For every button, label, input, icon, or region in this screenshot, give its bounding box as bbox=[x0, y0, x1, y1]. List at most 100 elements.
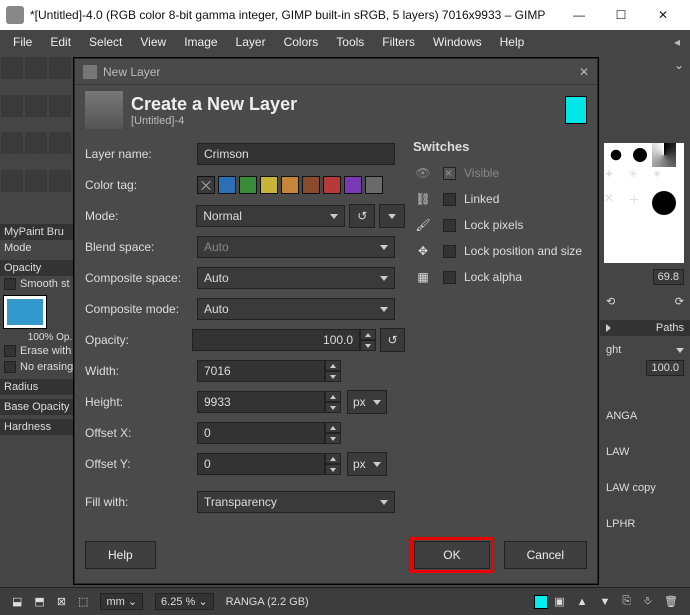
mode-menu-button[interactable] bbox=[379, 204, 405, 228]
opacity-value[interactable]: 100.0 bbox=[646, 360, 684, 376]
sb-icon[interactable]: ⊠ bbox=[51, 595, 72, 608]
tool-button[interactable] bbox=[49, 132, 71, 154]
offset-y-input[interactable]: 0 bbox=[197, 453, 341, 475]
zoom-combo[interactable]: 6.25 % ⌄ bbox=[155, 593, 214, 610]
color-tag[interactable] bbox=[239, 176, 257, 194]
layer-name-input[interactable] bbox=[197, 143, 395, 165]
tool-button[interactable] bbox=[25, 57, 47, 79]
width-input[interactable]: 7016 bbox=[197, 360, 341, 382]
color-swatch[interactable] bbox=[565, 96, 587, 124]
wilber-icon bbox=[83, 65, 97, 79]
offset-x-input[interactable]: 0 bbox=[197, 422, 341, 444]
layer-item[interactable]: LAW copy bbox=[600, 480, 690, 496]
arrow-icon[interactable]: ⟲ bbox=[606, 295, 615, 308]
tool-button[interactable] bbox=[49, 57, 71, 79]
menu-view[interactable]: View bbox=[131, 32, 175, 52]
help-button[interactable]: Help bbox=[85, 541, 156, 569]
sb-icon[interactable]: ▼ bbox=[594, 596, 617, 608]
sb-icon[interactable]: ⬓ bbox=[6, 595, 28, 608]
tool-button[interactable] bbox=[49, 170, 71, 192]
switch-lock-position[interactable]: ✥ Lock position and size bbox=[413, 238, 585, 264]
menu-edit[interactable]: Edit bbox=[41, 32, 80, 52]
color-tag[interactable] bbox=[344, 176, 362, 194]
sb-icon[interactable]: ⬒ bbox=[28, 595, 50, 608]
switch-linked[interactable]: ⛓ Linked bbox=[413, 186, 585, 212]
mode-combo[interactable]: Normal bbox=[196, 205, 345, 227]
opacity-label: Opacity: bbox=[85, 333, 192, 347]
lock-pixels-checkbox[interactable] bbox=[443, 219, 456, 232]
opacity-slider[interactable]: 100.0 bbox=[192, 329, 376, 351]
brush-grid[interactable]: ✦✳✶ ✕＋ bbox=[604, 143, 684, 263]
color-tag[interactable] bbox=[260, 176, 278, 194]
menu-layer[interactable]: Layer bbox=[227, 32, 275, 52]
tool-button[interactable] bbox=[1, 95, 23, 117]
color-tag[interactable] bbox=[302, 176, 320, 194]
menu-image[interactable]: Image bbox=[175, 32, 226, 52]
sb-icon[interactable]: ▣ bbox=[548, 595, 570, 608]
color-tag[interactable] bbox=[218, 176, 236, 194]
maximize-button[interactable]: ☐ bbox=[600, 0, 642, 30]
color-tag[interactable] bbox=[365, 176, 383, 194]
sb-icon[interactable]: ⎀ bbox=[637, 595, 658, 608]
lock-position-checkbox[interactable] bbox=[443, 245, 456, 258]
sb-icon[interactable]: ⎘ bbox=[616, 595, 637, 608]
offset-unit-combo[interactable]: px bbox=[347, 452, 387, 476]
paths-tab[interactable]: Paths bbox=[656, 322, 684, 334]
nav-swatch[interactable] bbox=[534, 595, 548, 609]
color-tag[interactable] bbox=[281, 176, 299, 194]
tool-button[interactable] bbox=[49, 95, 71, 117]
zoom-value[interactable]: 69.8 bbox=[653, 269, 684, 285]
dock-chevron-icon[interactable]: ⌄ bbox=[674, 58, 684, 76]
tool-button[interactable] bbox=[25, 132, 47, 154]
tool-button[interactable] bbox=[25, 95, 47, 117]
composite-space-combo[interactable]: Auto bbox=[197, 267, 395, 289]
menu-colors[interactable]: Colors bbox=[275, 32, 328, 52]
fill-with-label: Fill with: bbox=[85, 495, 197, 509]
close-button[interactable]: ✕ bbox=[642, 0, 684, 30]
menu-file[interactable]: File bbox=[4, 32, 41, 52]
fill-with-combo[interactable]: Transparency bbox=[197, 491, 395, 513]
layer-item[interactable]: LAW bbox=[600, 444, 690, 460]
menu-select[interactable]: Select bbox=[80, 32, 131, 52]
color-tag-picker bbox=[197, 176, 383, 194]
menu-windows[interactable]: Windows bbox=[424, 32, 491, 52]
menu-help[interactable]: Help bbox=[491, 32, 534, 52]
color-tag[interactable] bbox=[323, 176, 341, 194]
tool-button[interactable] bbox=[1, 132, 23, 154]
mode-reset-button[interactable]: ↺ bbox=[349, 204, 375, 228]
cancel-button[interactable]: Cancel bbox=[504, 541, 587, 569]
switch-lock-alpha[interactable]: ▦ Lock alpha bbox=[413, 264, 585, 290]
brush-preview[interactable] bbox=[3, 295, 47, 329]
menu-tools[interactable]: Tools bbox=[327, 32, 373, 52]
dialog-titlebar[interactable]: New Layer ✕ bbox=[75, 59, 597, 85]
size-unit-combo[interactable]: px bbox=[347, 390, 387, 414]
sb-icon[interactable]: 🗑 bbox=[658, 595, 684, 608]
sb-icon[interactable]: ▲ bbox=[571, 596, 594, 608]
lock-alpha-checkbox[interactable] bbox=[443, 271, 456, 284]
layer-item[interactable]: LPHR bbox=[600, 516, 690, 532]
eye-icon: 👁 bbox=[413, 164, 433, 182]
minimize-button[interactable]: — bbox=[558, 0, 600, 30]
window-title: *[Untitled]-4.0 (RGB color 8-bit gamma i… bbox=[30, 8, 558, 22]
menubar: File Edit Select View Image Layer Colors… bbox=[0, 30, 690, 54]
ok-button[interactable]: OK bbox=[414, 541, 489, 569]
menubar-overflow-icon[interactable]: ◂ bbox=[665, 32, 686, 52]
unit-combo[interactable]: mm ⌄ bbox=[100, 593, 143, 610]
tool-button[interactable] bbox=[1, 170, 23, 192]
dialog-close-icon[interactable]: ✕ bbox=[579, 65, 589, 79]
chain-icon: ⛓ bbox=[413, 190, 433, 208]
composite-mode-combo[interactable]: Auto bbox=[197, 298, 395, 320]
tool-button[interactable] bbox=[1, 57, 23, 79]
color-tag[interactable] bbox=[197, 176, 215, 194]
opacity-reset-button[interactable]: ↺ bbox=[380, 328, 405, 352]
tool-button[interactable] bbox=[25, 170, 47, 192]
layer-item[interactable]: ANGA bbox=[600, 408, 690, 424]
sb-icon[interactable]: ⬚ bbox=[72, 595, 94, 608]
offset-x-label: Offset X: bbox=[85, 426, 197, 440]
switch-lock-pixels[interactable]: 🖌 Lock pixels bbox=[413, 212, 585, 238]
menu-filters[interactable]: Filters bbox=[373, 32, 424, 52]
arrow-icon[interactable]: ⟳ bbox=[675, 295, 684, 308]
composite-mode-label: Composite mode: bbox=[85, 302, 197, 316]
linked-checkbox[interactable] bbox=[443, 193, 456, 206]
height-input[interactable]: 9933 bbox=[197, 391, 341, 413]
